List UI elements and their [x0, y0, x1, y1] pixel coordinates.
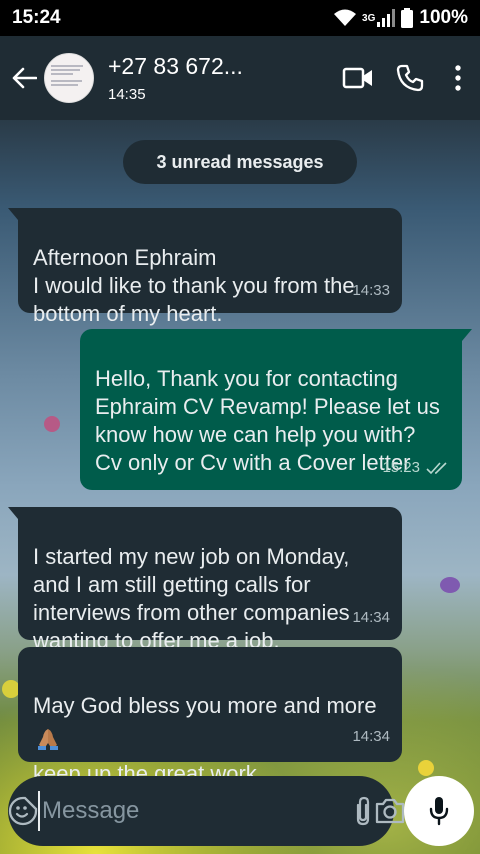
microphone-icon	[429, 797, 449, 826]
wallpaper-flower	[440, 577, 460, 593]
read-receipt-icon	[426, 462, 447, 475]
network-type: 3G	[362, 13, 376, 24]
contact-info[interactable]: +27 83 672... 14:35	[108, 53, 332, 103]
message-bubble-incoming[interactable]: I started my new job on Monday, and I am…	[8, 507, 402, 653]
more-vertical-icon	[455, 65, 461, 91]
voice-message-button[interactable]	[404, 776, 474, 846]
message-bubble-outgoing[interactable]: Hello, Thank you for contacting Ephraim …	[80, 329, 472, 490]
phone-icon	[396, 64, 424, 92]
message-time: 14:33	[352, 282, 390, 299]
camera-icon	[375, 798, 405, 824]
emoji-sticker-button[interactable]	[8, 776, 38, 846]
battery-icon	[401, 8, 414, 28]
video-camera-icon	[342, 67, 372, 89]
camera-button[interactable]	[374, 776, 406, 846]
wifi-icon	[334, 9, 357, 26]
attach-button[interactable]	[352, 776, 374, 846]
contact-avatar[interactable]	[44, 53, 94, 103]
chat-header: +27 83 672... 14:35	[0, 36, 480, 120]
message-text: Afternoon Ephraim I would like to thank …	[33, 245, 355, 326]
battery-percent: 100%	[419, 7, 468, 28]
message-text: May God bless you more and more	[33, 693, 377, 718]
voice-call-button[interactable]	[384, 50, 436, 106]
status-time: 15:24	[12, 7, 61, 28]
back-button[interactable]	[4, 50, 44, 106]
contact-subtitle: 14:35	[108, 86, 146, 103]
message-time: 14:34	[352, 609, 390, 626]
wallpaper-flower	[44, 416, 60, 432]
video-call-button[interactable]	[332, 50, 384, 106]
message-time: 15:23	[382, 459, 420, 476]
contact-name: +27 83 672...	[108, 53, 243, 79]
message-bubble-incoming[interactable]: Afternoon Ephraim I would like to thank …	[8, 208, 402, 326]
chat-area[interactable]: 3 unread messages Afternoon Ephraim I wo…	[0, 120, 480, 854]
wallpaper-flower	[418, 760, 434, 776]
paperclip-icon	[356, 796, 370, 826]
message-bubble-incoming[interactable]: May God bless you more and more keep up …	[18, 647, 402, 786]
more-options-button[interactable]	[436, 50, 480, 106]
message-input[interactable]	[38, 791, 352, 831]
unread-messages-banner: 3 unread messages	[123, 140, 357, 184]
folded-hands-emoji-icon	[38, 729, 58, 750]
message-time: 14:34	[352, 728, 390, 745]
status-bar: 15:24 3G 100%	[0, 0, 480, 36]
message-composer	[8, 776, 405, 846]
signal-icon	[377, 9, 396, 27]
sticker-icon	[8, 796, 38, 826]
message-text: I started my new job on Monday, and I am…	[33, 544, 350, 653]
back-arrow-icon	[12, 67, 37, 89]
